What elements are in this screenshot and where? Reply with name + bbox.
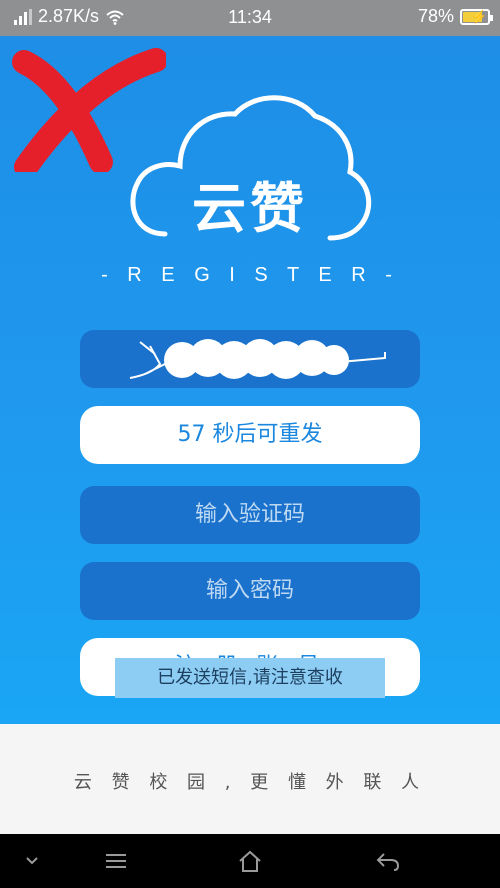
resend-code-button[interactable]: 57 秒后可重发 <box>80 406 420 464</box>
chevron-down-icon[interactable] <box>12 846 52 876</box>
register-screen: 云赞 - R E G I S T E R - 57 秒后可重发 输入验证码 输入… <box>0 36 500 724</box>
redacted-phone-scribble <box>129 339 386 379</box>
footer: 云 赞 校 园 , 更 懂 外 联 人 <box>0 724 500 834</box>
home-icon[interactable] <box>230 846 270 876</box>
battery-icon: ⚡ <box>460 8 493 25</box>
status-bar: 2.87K/s 11:34 78% ⚡ <box>0 0 500 36</box>
battery-percent: 78% <box>417 6 454 26</box>
menu-icon[interactable] <box>96 846 136 876</box>
verification-code-input[interactable]: 输入验证码 <box>80 486 420 544</box>
password-input[interactable]: 输入密码 <box>80 562 420 620</box>
sms-sent-toast: 已发送短信,请注意查收 <box>115 658 385 698</box>
register-subtitle: - R E G I S T E R - <box>101 264 399 286</box>
app-logo-title: 云赞 <box>192 177 308 240</box>
back-icon[interactable] <box>368 846 408 876</box>
footer-slogan: 云 赞 校 园 , 更 懂 外 联 人 <box>73 772 427 793</box>
phone-number-field[interactable] <box>80 330 420 388</box>
navigation-bar <box>0 834 500 888</box>
